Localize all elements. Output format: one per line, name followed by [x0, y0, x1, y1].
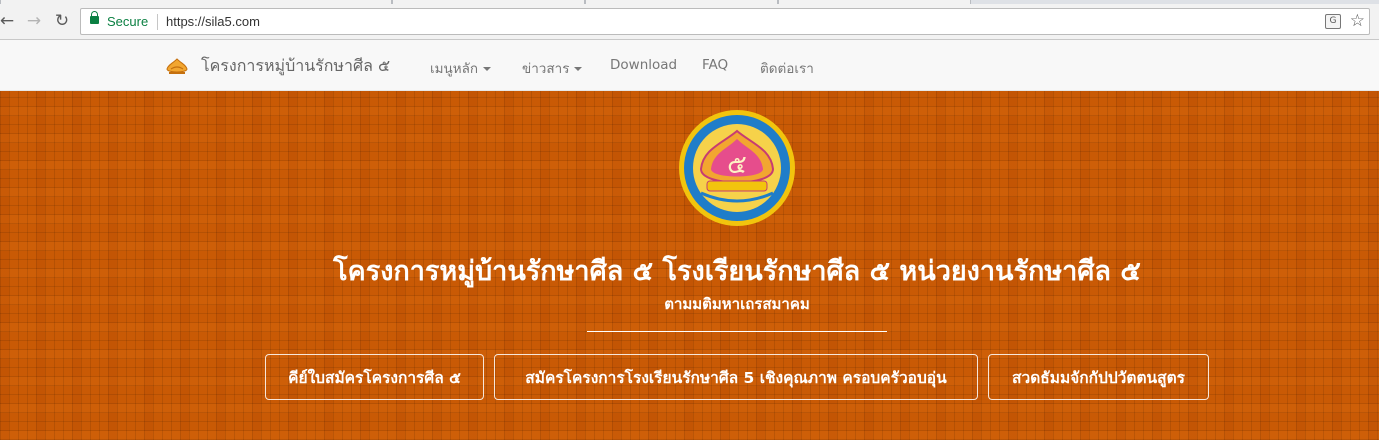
url-text[interactable]: https://sila5.com	[166, 14, 260, 29]
lock-icon	[90, 11, 99, 24]
nav-contact[interactable]: ติดต่อเรา	[760, 57, 814, 79]
caret-down-icon	[483, 67, 492, 71]
sila-brand-icon	[166, 58, 188, 74]
chanting-button[interactable]: สวดธัมมจักกัปปวัตตนสูตร	[988, 354, 1209, 400]
brand-title: โครงการหมู่บ้านรักษาศีล ๕	[201, 55, 391, 75]
chanting-button-label: สวดธัมมจักกัปปวัตตนสูตร	[1012, 368, 1185, 387]
hero-title: โครงการหมู่บ้านรักษาศีล ๕ โรงเรียนรักษาศ…	[333, 256, 1141, 287]
nav-faq[interactable]: FAQ	[702, 57, 728, 73]
hero-divider	[587, 331, 887, 332]
brand-link[interactable]: โครงการหมู่บ้านรักษาศีล ๕	[166, 53, 390, 79]
logo-numeral: ๕	[727, 150, 747, 180]
reload-icon[interactable]: ↻	[51, 10, 73, 32]
apply-sila5-button-label: คีย์ใบสมัครโครงการศีล ๕	[288, 368, 461, 387]
forward-icon[interactable]: →	[23, 10, 45, 32]
star-icon[interactable]: ☆	[1350, 11, 1365, 31]
sila5-emblem-logo: ๕	[679, 110, 795, 226]
translate-icon[interactable]: G	[1325, 14, 1341, 29]
nav-menu-news[interactable]: ข่าวสาร	[522, 57, 583, 79]
secure-label: Secure	[107, 14, 149, 29]
nav-faq-label: FAQ	[702, 57, 729, 73]
back-icon[interactable]: ←	[0, 10, 18, 32]
school-registration-button[interactable]: สมัครโครงการโรงเรียนรักษาศีล 5 เชิงคุณภา…	[494, 354, 978, 400]
nav-menu-main-label: เมนูหลัก	[430, 61, 479, 77]
nav-menu-news-label: ข่าวสาร	[522, 61, 570, 77]
caret-down-icon	[574, 67, 583, 71]
address-bar-divider	[157, 14, 158, 30]
apply-sila5-button[interactable]: คีย์ใบสมัครโครงการศีล ๕	[265, 354, 484, 400]
browser-toolbar: ← → ↻ Secure https://sila5.com G ☆	[0, 4, 1379, 40]
hero-subtitle: ตามมติมหาเถรสมาคม	[664, 295, 810, 313]
nav-menu-main[interactable]: เมนูหลัก	[430, 57, 492, 79]
nav-download-label: Download	[610, 57, 678, 73]
address-bar[interactable]: Secure https://sila5.com G ☆	[80, 8, 1370, 35]
nav-contact-label: ติดต่อเรา	[760, 61, 814, 77]
hero-section: ๕ โครงการหมู่บ้านรักษาศีล ๕ โรงเรียนรักษ…	[0, 91, 1379, 440]
school-registration-button-label: สมัครโครงการโรงเรียนรักษาศีล 5 เชิงคุณภา…	[525, 368, 947, 387]
site-navbar: โครงการหมู่บ้านรักษาศีล ๕ เมนูหลัก ข่าวส…	[0, 40, 1379, 91]
nav-download[interactable]: Download	[610, 57, 677, 73]
